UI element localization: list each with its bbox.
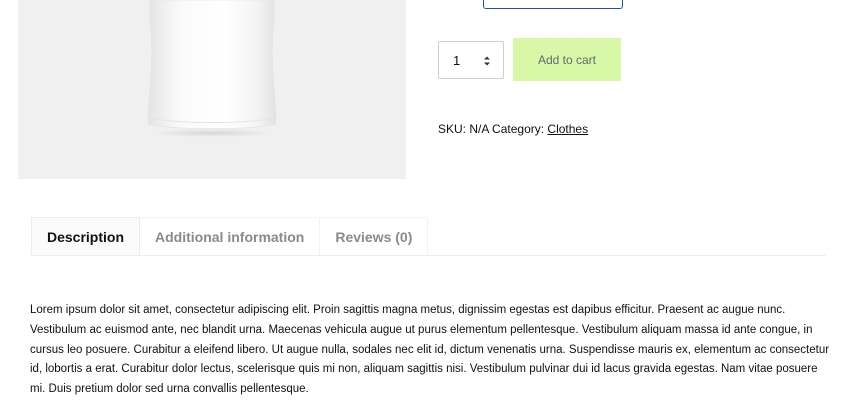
variation-select[interactable]: [483, 0, 623, 9]
tab-additional-information[interactable]: Additional information: [140, 217, 321, 255]
product-image[interactable]: [18, 0, 406, 179]
description-text: Lorem ipsum dolor sit amet, consectetur …: [30, 304, 830, 396]
tab-description[interactable]: Description: [31, 217, 141, 255]
spinner-arrows-icon[interactable]: [482, 54, 492, 68]
tshirt-illustration: [147, 0, 277, 137]
quantity-stepper[interactable]: 1: [438, 41, 504, 79]
sku-value: N/A: [469, 122, 489, 136]
product-tabs: Description Additional information Revie…: [31, 217, 429, 255]
category-link[interactable]: Clothes: [547, 122, 588, 136]
tab-reviews[interactable]: Reviews (0): [320, 217, 429, 255]
product-meta: SKU: N/A Category: Clothes: [438, 122, 588, 136]
sku-label: SKU:: [438, 122, 467, 136]
add-to-cart-button[interactable]: Add to cart: [513, 38, 621, 81]
category-label: Category:: [492, 122, 545, 136]
quantity-value: 1: [453, 53, 461, 68]
tabs-divider: [31, 255, 826, 256]
